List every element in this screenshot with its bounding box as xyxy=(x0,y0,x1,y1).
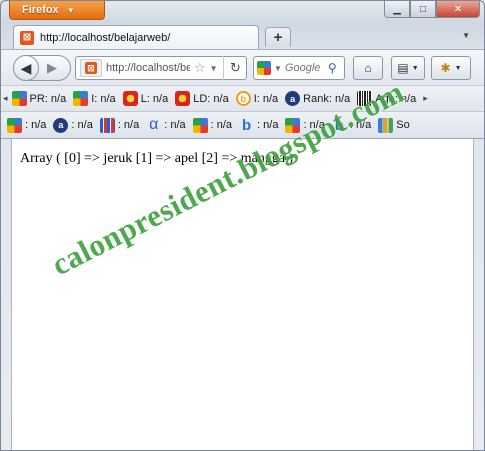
back-forward-group: ◀ ▶ xyxy=(13,55,71,81)
xampp-favicon-icon: ⊠ xyxy=(20,30,34,45)
alpha-stat-item[interactable]: α : n/a xyxy=(146,116,186,133)
alexa-stat-item[interactable]: a : n/a xyxy=(53,117,93,133)
alexa-icon: a xyxy=(285,91,301,106)
bookmark-star-icon[interactable]: ☆ xyxy=(194,60,206,76)
scroll-left-icon[interactable]: ◂ xyxy=(3,93,8,104)
url-history-dropdown[interactable]: ▼ xyxy=(210,64,218,73)
bing-index-item[interactable]: b I: n/a xyxy=(235,91,278,106)
search-icon[interactable]: ⚲ xyxy=(328,61,337,75)
bing-stat-item[interactable]: b : n/a xyxy=(239,116,279,134)
google-icon xyxy=(192,117,208,133)
seo-toolbar-row2: : n/a a : n/a : n/a α : n/a : n/a b : n/… xyxy=(1,111,484,139)
url-input[interactable]: http://localhost/belajarweb/ xyxy=(106,62,190,74)
tab-strip: ⊠ http://localhost/belajarweb/ + ▼ xyxy=(1,23,484,49)
firefox-menu-label: Firefox xyxy=(22,4,59,16)
google-stat-item[interactable]: : n/a xyxy=(7,117,46,133)
browser-window: Firefox ▼ ▁ □ ✕ ⊠ http://localhost/belaj… xyxy=(0,0,485,451)
bing-icon: b xyxy=(241,116,252,134)
digg-icon xyxy=(99,117,115,133)
google-icon xyxy=(11,91,27,106)
pagerank-item[interactable]: PR: n/a xyxy=(11,91,66,106)
site-identity-button[interactable]: ⊠ xyxy=(80,59,102,77)
xampp-favicon-icon: ⊠ xyxy=(85,62,97,74)
google-icon[interactable] xyxy=(257,61,271,75)
linkdomain-item[interactable]: LD: n/a xyxy=(175,91,229,106)
search-input[interactable]: Google xyxy=(285,62,325,74)
new-tab-button[interactable]: + xyxy=(265,27,291,47)
digg-stat-item[interactable]: : n/a xyxy=(99,117,139,133)
bing-icon: b xyxy=(235,91,251,106)
firefox-menu-button[interactable]: Firefox ▼ xyxy=(9,1,105,20)
window-controls: ▁ □ ✕ xyxy=(384,1,480,18)
close-button[interactable]: ✕ xyxy=(436,1,480,18)
google-icon xyxy=(73,91,89,106)
minimize-button[interactable]: ▁ xyxy=(384,1,410,18)
alpha-icon: α xyxy=(149,116,159,133)
google-icon xyxy=(7,117,22,133)
tab-title: http://localhost/belajarweb/ xyxy=(40,31,171,44)
url-bar[interactable]: ⊠ http://localhost/belajarweb/ ☆ ▼ xyxy=(75,56,247,80)
google-stat-item-2[interactable]: : n/a xyxy=(192,117,232,133)
sun-icon xyxy=(122,91,138,106)
forward-button[interactable]: ▶ xyxy=(47,60,57,76)
reload-button[interactable]: ↻ xyxy=(223,56,247,80)
sun-icon xyxy=(175,91,191,106)
back-button[interactable]: ◀ xyxy=(13,55,39,81)
back-arrow-icon: ◀ xyxy=(20,59,32,76)
links-item[interactable]: L: n/a xyxy=(122,91,168,106)
chevron-down-icon: ▼ xyxy=(66,5,75,15)
home-button[interactable]: ⌂ xyxy=(353,56,383,80)
title-bar: Firefox ▼ ▁ □ ✕ xyxy=(1,1,484,23)
search-bar[interactable]: ▼ Google ⚲ xyxy=(253,56,345,80)
stats-chart-item[interactable]: So xyxy=(378,117,410,133)
search-engine-dropdown[interactable]: ▼ xyxy=(274,64,282,73)
google-index-item[interactable]: I: n/a xyxy=(73,91,116,106)
tab-active[interactable]: ⊠ http://localhost/belajarweb/ xyxy=(13,25,259,49)
maximize-button[interactable]: □ xyxy=(410,1,436,18)
alexa-icon: a xyxy=(53,117,69,133)
